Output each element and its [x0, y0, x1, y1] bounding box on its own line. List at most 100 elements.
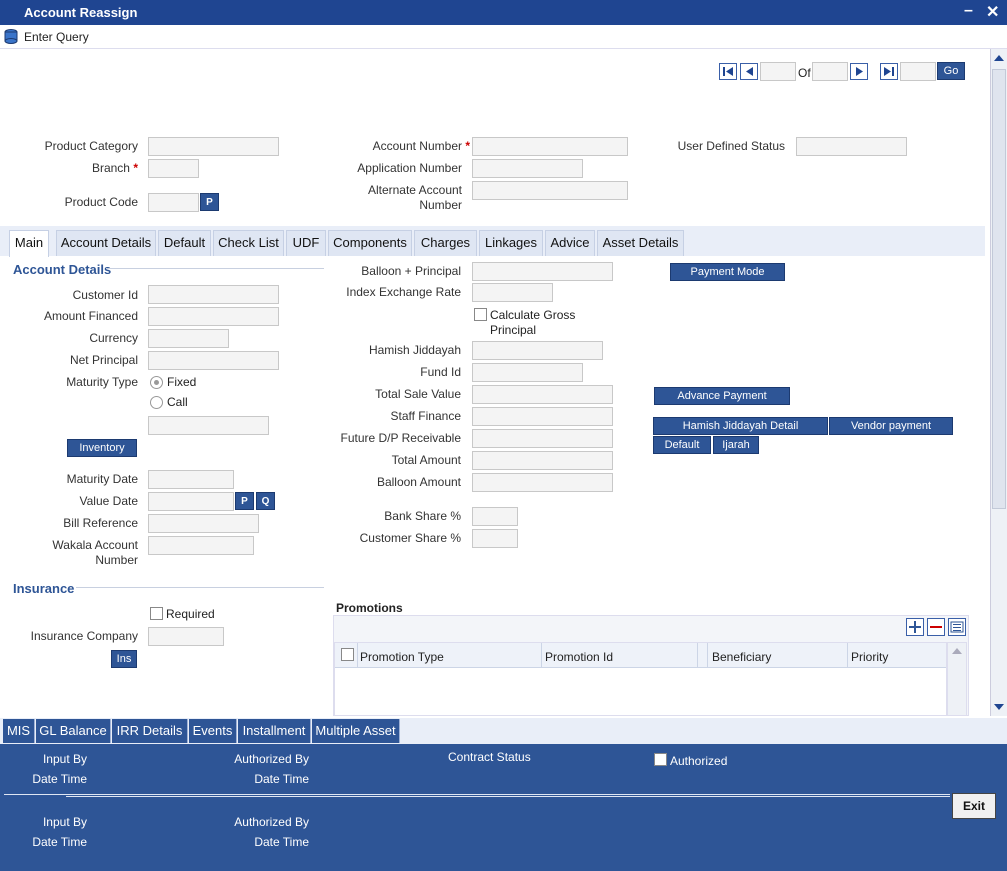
- tab-mis[interactable]: MIS: [3, 719, 35, 743]
- ijarah-button[interactable]: Ijarah: [713, 436, 759, 454]
- calculate-gross-principal-checkbox[interactable]: [474, 308, 487, 321]
- go-button[interactable]: Go: [937, 62, 965, 80]
- product-category-field[interactable]: [148, 137, 279, 156]
- total-amount-field[interactable]: [472, 451, 613, 470]
- bill-reference-field[interactable]: [148, 514, 259, 533]
- maturity-fixed-label: Fixed: [167, 375, 197, 389]
- fund-id-field[interactable]: [472, 363, 583, 382]
- promotion-type-header[interactable]: Promotion Type: [360, 650, 444, 664]
- tab-advice[interactable]: Advice: [545, 230, 595, 256]
- tab-multiple-asset[interactable]: Multiple Asset: [312, 719, 400, 743]
- promotions-scrollbar[interactable]: [947, 642, 967, 716]
- authorized-checkbox[interactable]: [654, 753, 667, 766]
- scrollbar-thumb[interactable]: [992, 69, 1006, 509]
- minimize-icon[interactable]: –: [964, 2, 973, 20]
- tab-check-list[interactable]: Check List: [213, 230, 284, 256]
- customer-share-field[interactable]: [472, 529, 518, 548]
- fund-id-label: Fund Id: [420, 365, 461, 379]
- balloon-amount-field[interactable]: [472, 473, 613, 492]
- total-amount-label: Total Amount: [391, 453, 461, 467]
- product-code-lov-button[interactable]: P: [200, 193, 219, 211]
- tab-udf[interactable]: UDF: [286, 230, 326, 256]
- maturity-days-field[interactable]: [148, 416, 269, 435]
- tab-irr-details[interactable]: IRR Details: [112, 719, 188, 743]
- net-principal-label: Net Principal: [69, 353, 138, 367]
- advance-payment-button[interactable]: Advance Payment: [654, 387, 790, 405]
- close-icon[interactable]: ✕: [986, 2, 999, 22]
- product-code-field[interactable]: [148, 193, 199, 212]
- index-exchange-rate-field[interactable]: [472, 283, 553, 302]
- delete-row-icon[interactable]: [927, 618, 945, 636]
- value-date-label: Value Date: [79, 494, 138, 508]
- insurance-company-field[interactable]: [148, 627, 224, 646]
- payment-mode-button[interactable]: Payment Mode: [670, 263, 785, 281]
- inventory-button[interactable]: Inventory: [67, 439, 137, 457]
- auth-date-time-label: Date Time: [254, 772, 309, 786]
- value-date-q-button[interactable]: Q: [256, 492, 275, 510]
- promotion-id-header[interactable]: Promotion Id: [545, 650, 613, 664]
- previous-record-icon[interactable]: [740, 63, 758, 80]
- value-date-field[interactable]: [148, 492, 234, 511]
- vendor-payment-button[interactable]: Vendor payment: [829, 417, 953, 435]
- select-all-checkbox[interactable]: [341, 648, 354, 661]
- next-record-icon[interactable]: [850, 63, 868, 80]
- ins-button[interactable]: Ins: [111, 650, 137, 668]
- tab-charges[interactable]: Charges: [414, 230, 477, 256]
- auth-date-time-label-2: Date Time: [254, 835, 309, 849]
- alternate-account-number-field[interactable]: [472, 181, 628, 200]
- maturity-call-radio[interactable]: [150, 396, 163, 409]
- calculate-gross-principal-label: Calculate Gross Principal: [490, 308, 576, 337]
- main-scrollbar[interactable]: [990, 49, 1007, 716]
- maturity-fixed-radio[interactable]: [150, 376, 163, 389]
- tab-linkages[interactable]: Linkages: [479, 230, 543, 256]
- default-button[interactable]: Default: [653, 436, 711, 454]
- branch-field[interactable]: [148, 159, 199, 178]
- bill-reference-label: Bill Reference: [63, 516, 138, 530]
- maturity-date-label: Maturity Date: [66, 472, 138, 486]
- tab-events[interactable]: Events: [189, 719, 237, 743]
- tab-components[interactable]: Components: [328, 230, 412, 256]
- tab-default[interactable]: Default: [158, 230, 211, 256]
- insurance-required-checkbox[interactable]: [150, 607, 163, 620]
- future-dp-receivable-field[interactable]: [472, 429, 613, 448]
- exit-button[interactable]: Exit: [952, 793, 996, 819]
- maturity-type-label: Maturity Type: [66, 375, 138, 389]
- add-row-icon[interactable]: [906, 618, 924, 636]
- staff-finance-field[interactable]: [472, 407, 613, 426]
- tab-gl-balance[interactable]: GL Balance: [36, 719, 111, 743]
- customer-id-field[interactable]: [148, 285, 279, 304]
- bank-share-field[interactable]: [472, 507, 518, 526]
- application-number-field[interactable]: [472, 159, 583, 178]
- of-label: Of: [798, 66, 811, 80]
- future-dp-receivable-label: Future D/P Receivable: [340, 431, 461, 445]
- tab-main[interactable]: Main: [9, 230, 49, 257]
- balloon-principal-field[interactable]: [472, 262, 613, 281]
- tab-account-details[interactable]: Account Details: [56, 230, 156, 256]
- total-sale-value-field[interactable]: [472, 385, 613, 404]
- hamish-jiddayah-field[interactable]: [472, 341, 603, 360]
- wakala-account-number-field[interactable]: [148, 536, 254, 555]
- beneficiary-header[interactable]: Beneficiary: [712, 650, 771, 664]
- first-record-icon[interactable]: [719, 63, 737, 80]
- database-icon[interactable]: [4, 29, 20, 44]
- staff-finance-label: Staff Finance: [390, 409, 462, 423]
- hamish-jiddayah-detail-button[interactable]: Hamish Jiddayah Detail: [653, 417, 828, 435]
- single-view-icon[interactable]: [948, 618, 966, 636]
- maturity-date-field[interactable]: [148, 470, 234, 489]
- account-number-field[interactable]: [472, 137, 628, 156]
- currency-field[interactable]: [148, 329, 229, 348]
- priority-header[interactable]: Priority: [851, 650, 888, 664]
- tab-installment[interactable]: Installment: [238, 719, 311, 743]
- amount-financed-field[interactable]: [148, 307, 279, 326]
- value-date-p-button[interactable]: P: [235, 492, 254, 510]
- enter-query-link[interactable]: Enter Query: [24, 30, 89, 44]
- tab-asset-details[interactable]: Asset Details: [597, 230, 684, 256]
- last-record-icon[interactable]: [880, 63, 898, 80]
- user-defined-status-field: [796, 137, 907, 156]
- net-principal-field[interactable]: [148, 351, 279, 370]
- product-category-label: Product Category: [44, 139, 138, 153]
- current-record-field[interactable]: [760, 62, 796, 81]
- account-number-label: Account Number *: [372, 139, 470, 153]
- authorized-by-label: Authorized By: [234, 752, 309, 766]
- goto-record-field[interactable]: [900, 62, 936, 81]
